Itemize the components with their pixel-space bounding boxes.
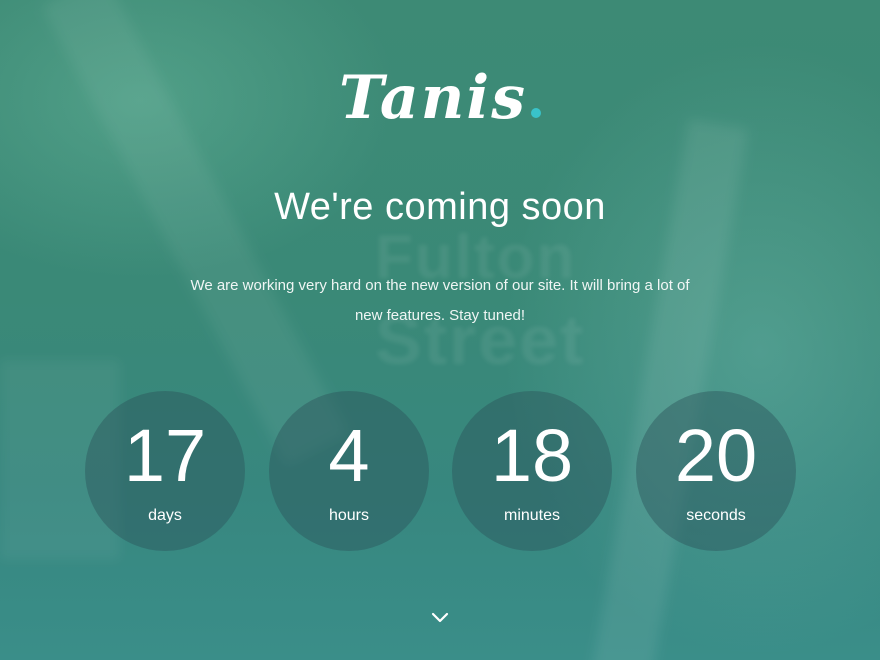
countdown-hours: 4 hours xyxy=(269,391,429,551)
countdown-minutes-label: minutes xyxy=(503,507,561,524)
countdown-seconds-label: seconds xyxy=(686,507,746,524)
countdown-hours-label: hours xyxy=(328,507,370,524)
brand-logo: Tanis xyxy=(0,58,880,138)
brand-dot xyxy=(530,108,541,118)
page-description: We are working very hard on the new vers… xyxy=(190,277,690,324)
countdown-minutes: 18 minutes xyxy=(452,391,612,551)
page-title: We're coming soon xyxy=(274,186,606,228)
countdown: 17 days 4 hours 18 minutes 20 seconds xyxy=(0,391,880,553)
brand-name: Tanis xyxy=(339,63,527,133)
countdown-days-label: days xyxy=(148,507,182,524)
countdown-seconds: 20 seconds xyxy=(636,391,796,551)
countdown-days: 17 days xyxy=(85,391,245,551)
countdown-hours-value: 4 xyxy=(328,414,370,497)
countdown-seconds-value: 20 xyxy=(674,414,758,497)
countdown-days-value: 17 xyxy=(123,414,207,497)
chevron-down-icon[interactable] xyxy=(430,608,450,628)
countdown-minutes-value: 18 xyxy=(490,414,574,497)
